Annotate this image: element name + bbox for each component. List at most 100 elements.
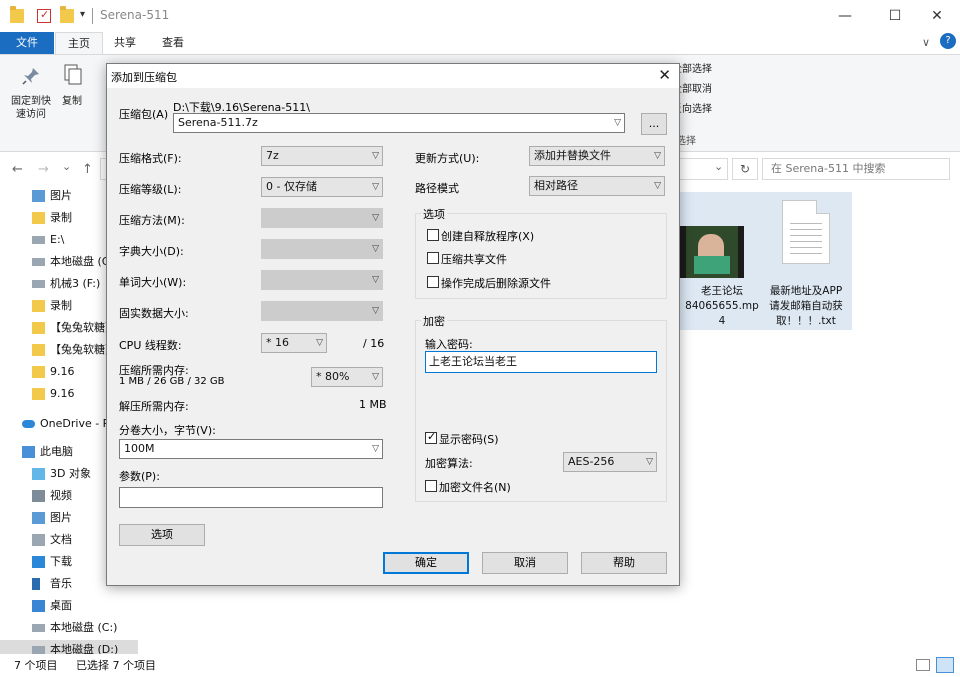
chevron-down-icon: ▽: [316, 338, 323, 348]
copy-button[interactable]: 复制: [62, 95, 82, 108]
chevron-down-icon: ▽: [372, 306, 379, 316]
file-item-video[interactable]: 老王论坛 84065655.mp 4: [676, 192, 768, 330]
item-count: 7 个项目: [14, 659, 58, 672]
nav-item[interactable]: 本地磁盘 (D:): [0, 640, 138, 654]
search-input[interactable]: 在 Serena-511 中搜索: [762, 158, 950, 180]
memory-percent-value: * 80%: [316, 370, 350, 383]
compress-memory-detail: 1 MB / 26 GB / 32 GB: [119, 376, 225, 387]
password-input[interactable]: 上老王论坛当老王: [425, 351, 657, 373]
folder-icon: [32, 300, 45, 312]
up-arrow-icon[interactable]: ↑: [82, 162, 93, 177]
ribbon-collapse-icon[interactable]: ∨: [922, 36, 930, 49]
chevron-down-icon: ▽: [372, 244, 379, 254]
delete-after-label: 操作完成后删除源文件: [441, 277, 551, 290]
path-mode-select[interactable]: 相对路径 ▽: [529, 176, 665, 196]
folder-icon: [32, 388, 45, 400]
minimize-button[interactable]: —: [822, 0, 868, 32]
encryption-method-label: 加密算法:: [425, 457, 473, 470]
level-value: 0 - 仅存储: [266, 180, 317, 193]
show-password-label: 显示密码(S): [439, 433, 499, 446]
help-icon[interactable]: ?: [940, 33, 956, 49]
show-password-checkbox[interactable]: [425, 430, 437, 444]
level-select[interactable]: 0 - 仅存储 ▽: [261, 177, 383, 197]
forward-arrow-icon[interactable]: →: [38, 162, 49, 177]
encrypt-names-checkbox[interactable]: [425, 480, 437, 492]
window-title: Serena-511: [100, 8, 170, 22]
archive-name-combo[interactable]: Serena-511.7z ▽: [173, 113, 625, 133]
folder-icon: [10, 6, 24, 23]
tab-home[interactable]: 主页: [55, 32, 103, 54]
level-label: 压缩等级(L):: [119, 183, 182, 196]
method-label: 压缩方法(M):: [119, 214, 185, 227]
cpu-threads-label: CPU 线程数:: [119, 339, 182, 352]
cancel-button[interactable]: 取消: [482, 552, 568, 574]
folder-icon: [32, 322, 45, 334]
text-file-icon: [782, 200, 830, 264]
nav-item[interactable]: 桌面: [0, 596, 138, 616]
titlebar-separator: [92, 8, 93, 24]
encryption-method-value: AES-256: [568, 455, 615, 468]
parameters-input[interactable]: [119, 487, 383, 508]
dialog-close-button[interactable]: ✕: [658, 66, 671, 84]
chevron-down-icon: ▽: [646, 457, 653, 467]
quick-access-dropdown-icon[interactable]: ▾: [80, 9, 85, 20]
videos-icon: [32, 490, 45, 502]
file-item-text[interactable]: 最新地址及APP 请发邮箱自动获 取！！！.txt: [760, 192, 852, 330]
refresh-button[interactable]: ↻: [732, 158, 758, 180]
drive-icon: [32, 236, 45, 244]
maximize-button[interactable]: ☐: [872, 0, 918, 32]
close-button[interactable]: ✕: [914, 0, 960, 32]
cpu-threads-select[interactable]: * 16 ▽: [261, 333, 327, 353]
encrypt-names-label: 加密文件名(N): [439, 481, 511, 494]
desktop-icon: [32, 600, 45, 612]
dictionary-select: ▽: [261, 239, 383, 259]
chevron-down-icon: ▽: [372, 372, 379, 382]
ok-button[interactable]: 确定: [383, 552, 469, 574]
split-size-combo[interactable]: 100M ▽: [119, 439, 383, 459]
format-label: 压缩格式(F):: [119, 152, 182, 165]
delete-after-checkbox[interactable]: [427, 276, 439, 288]
properties-check-icon[interactable]: [37, 8, 51, 23]
browse-button[interactable]: ...: [641, 113, 667, 135]
pictures-icon: [32, 190, 45, 202]
address-dropdown-icon[interactable]: ⌄: [714, 160, 723, 173]
drive-icon: [32, 280, 45, 288]
update-mode-select[interactable]: 添加并替换文件 ▽: [529, 146, 665, 166]
options-group-title: 选项: [421, 206, 447, 222]
decompress-memory-value: 1 MB: [359, 398, 387, 411]
help-button[interactable]: 帮助: [581, 552, 667, 574]
path-mode-label: 路径模式: [415, 182, 459, 195]
back-arrow-icon[interactable]: ←: [12, 162, 23, 177]
solid-size-label: 固实数据大小:: [119, 307, 189, 320]
tab-view[interactable]: 查看: [150, 32, 196, 54]
chevron-down-icon: ▽: [614, 118, 621, 128]
recent-locations-icon[interactable]: ⌄: [62, 160, 71, 173]
cpu-threads-value: * 16: [266, 336, 289, 349]
pin-quick-access-button[interactable]: 固定到快 速访问: [8, 95, 54, 121]
split-size-label: 分卷大小，字节(V):: [119, 424, 216, 437]
selected-count: 已选择 7 个项目: [76, 659, 156, 672]
path-mode-value: 相对路径: [534, 179, 578, 192]
explorer-titlebar: ▾ Serena-511 — ☐ ✕: [0, 0, 960, 32]
shared-files-checkbox[interactable]: [427, 252, 439, 264]
options-button[interactable]: 选项: [119, 524, 205, 546]
new-folder-icon[interactable]: [60, 6, 74, 23]
documents-icon: [32, 534, 45, 546]
pictures-icon: [32, 512, 45, 524]
large-icons-view-icon[interactable]: [936, 657, 954, 673]
file-name: 老王论坛 84065655.mp 4: [685, 285, 759, 327]
tab-share[interactable]: 共享: [102, 32, 148, 54]
chevron-down-icon: ▽: [372, 182, 379, 192]
drive-icon: [32, 258, 45, 266]
nav-item[interactable]: 本地磁盘 (C:): [0, 618, 138, 638]
details-view-icon[interactable]: [916, 659, 930, 671]
encryption-method-select[interactable]: AES-256 ▽: [563, 452, 657, 472]
tab-file[interactable]: 文件: [0, 32, 54, 54]
split-size-value: 100M: [124, 442, 155, 455]
sfx-checkbox[interactable]: [427, 229, 439, 241]
chevron-down-icon: ▽: [654, 151, 661, 161]
computer-icon: [22, 446, 35, 458]
pin-icon: [22, 67, 40, 85]
memory-percent-select[interactable]: * 80% ▽: [311, 367, 383, 387]
format-select[interactable]: 7z ▽: [261, 146, 383, 166]
